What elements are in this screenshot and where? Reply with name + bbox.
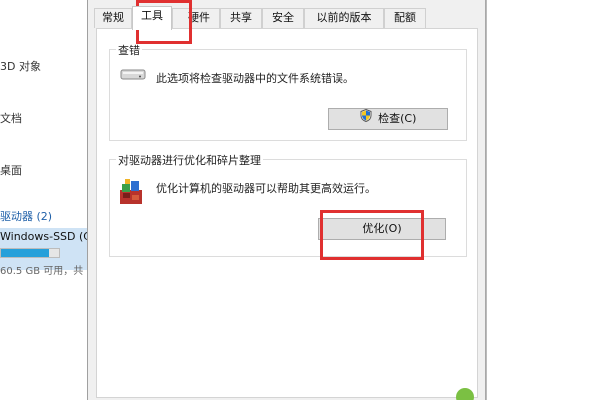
- error-checking-description: 此选项将检查驱动器中的文件系统错误。: [156, 72, 354, 85]
- drive-usage-fill: [1, 249, 49, 257]
- defrag-icon: [118, 178, 144, 210]
- tab-label: 配额: [394, 11, 416, 24]
- optimize-group: 对驱动器进行优化和碎片整理 优化计算机的驱动器可以帮助其更高效运行。 优化(O): [109, 152, 467, 257]
- error-checking-group: 查错 此选项将检查驱动器中的文件系统错误。 检查(C): [109, 42, 467, 141]
- tab-label: 硬件: [188, 11, 210, 24]
- check-button-label: 检查(C): [378, 112, 417, 125]
- tab-general[interactable]: 常规: [94, 8, 132, 28]
- tab-security[interactable]: 安全: [262, 8, 304, 28]
- tab-hardware[interactable]: 硬件: [172, 8, 220, 28]
- uac-shield-icon: [360, 108, 372, 129]
- drive-usage-bar: [0, 248, 60, 258]
- optimize-description: 优化计算机的驱动器可以帮助其更高效运行。: [156, 182, 376, 195]
- tab-quota[interactable]: 配额: [384, 8, 426, 28]
- drive-name: Windows-SSD (C:): [0, 230, 88, 243]
- tab-label: 安全: [272, 11, 294, 24]
- nav-item-3d-objects[interactable]: 3D 对象: [0, 58, 41, 74]
- desktop-background: [487, 0, 600, 400]
- nav-item-documents[interactable]: 文档: [0, 110, 22, 126]
- tab-tools[interactable]: 工具: [132, 6, 172, 30]
- nav-item-label: 文档: [0, 112, 22, 125]
- tab-label: 共享: [230, 11, 252, 24]
- tab-label: 工具: [141, 9, 163, 22]
- error-checking-title: 查错: [116, 42, 142, 58]
- tab-label: 以前的版本: [316, 11, 372, 24]
- drive-properties-dialog: 常规 工具 硬件 共享 安全 以前的版本 配额 查错 此选项将检查驱动器中的文件…: [88, 0, 486, 400]
- tab-strip: 常规 工具 硬件 共享 安全 以前的版本 配额: [88, 6, 486, 30]
- optimize-title: 对驱动器进行优化和碎片整理: [116, 152, 263, 168]
- tab-sharing[interactable]: 共享: [220, 8, 262, 28]
- nav-item-desktop[interactable]: 桌面: [0, 162, 22, 178]
- nav-item-label: 桌面: [0, 164, 22, 177]
- drive-free-space: 60.5 GB 可用，共: [0, 266, 84, 277]
- drives-section-header[interactable]: 驱动器 (2): [0, 208, 52, 224]
- optimize-button-label: 优化(O): [362, 222, 402, 235]
- watermark-badge: [456, 388, 474, 400]
- explorer-nav-pane: 3D 对象 文档 桌面 驱动器 (2) Windows-SSD (C:) 60.…: [0, 0, 88, 400]
- optimize-button[interactable]: 优化(O): [318, 218, 446, 240]
- drive-icon: [120, 66, 146, 85]
- tools-tab-panel: 查错 此选项将检查驱动器中的文件系统错误。 检查(C) 对驱动器进行优化和碎片整…: [96, 28, 478, 398]
- nav-item-label: 3D 对象: [0, 60, 41, 73]
- tab-previous-versions[interactable]: 以前的版本: [304, 8, 384, 28]
- check-button[interactable]: 检查(C): [328, 108, 448, 130]
- tab-label: 常规: [102, 11, 124, 24]
